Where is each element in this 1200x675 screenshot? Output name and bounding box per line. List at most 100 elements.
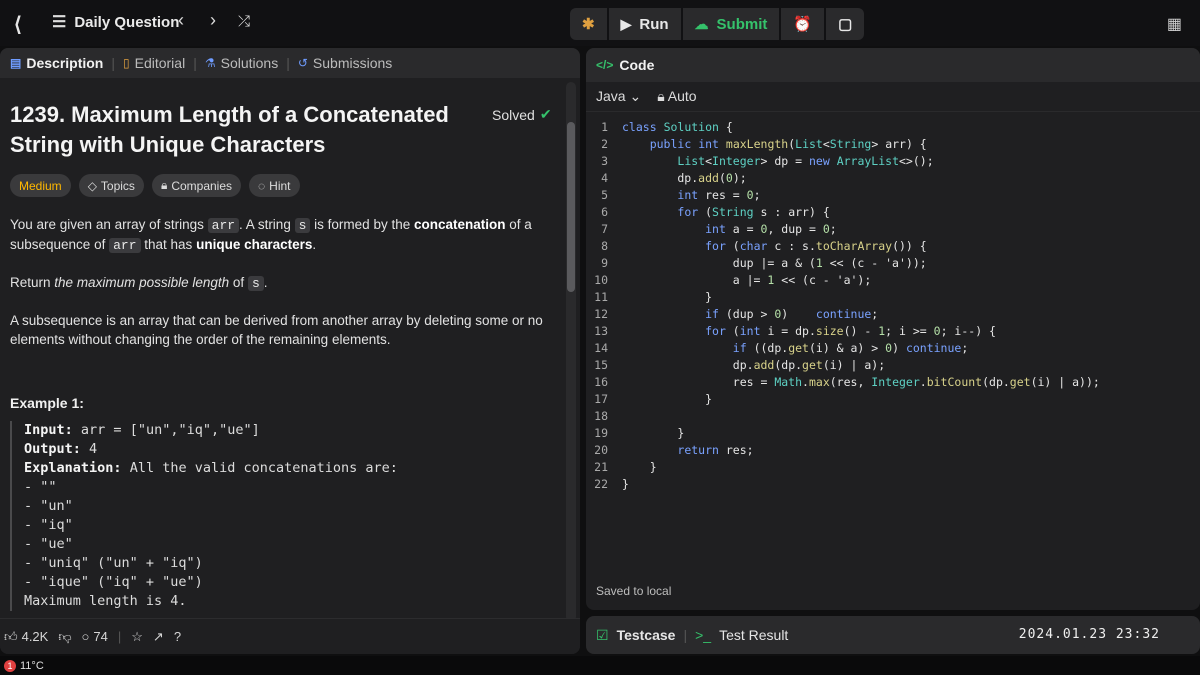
alarm-icon: ⏰ [793,16,813,33]
bold-text: unique characters [196,237,313,252]
code-line[interactable]: 7 int a = 0, dup = 0; [586,220,1200,237]
example-line: - "iq" [24,517,73,533]
favorite-button[interactable]: ☆ [131,629,143,645]
companies-chip[interactable]: 🔒︎ Companies [151,174,242,197]
example-block: Input: arr = ["un","iq","ue"] Output: 4 … [10,421,558,611]
line-number: 21 [594,459,608,474]
terminal-icon: >_ [695,627,712,643]
code-text: } [622,289,713,304]
inline-code: arr [207,218,240,233]
code-line[interactable]: 10 a |= 1 << (c - 'a'); [586,271,1200,288]
code-text: if (dup > 0) continue; [705,306,879,321]
text: . [312,237,317,252]
example-key: Explanation: [24,460,122,476]
code-line[interactable]: 5 int res = 0; [586,186,1200,203]
tab-description[interactable]: ▤ Description [10,55,103,71]
comments-button[interactable]: ○ 74 [82,629,108,644]
code-line[interactable]: 14 if ((dp.get(i) & a) > 0) continue; [586,339,1200,356]
code-text: if ((dp.get(i) & a) > 0) continue; [732,340,969,355]
auto-mode-toggle[interactable]: 🔒︎ Auto [657,88,696,105]
code-line[interactable]: 8 for (char c : s.toCharArray()) { [586,237,1200,254]
inline-code: s [294,218,311,233]
code-line[interactable]: 15 dp.add(dp.get(i) | a); [586,356,1200,373]
code-line[interactable]: 12 if (dup > 0) continue; [586,305,1200,322]
star-icon: ☆ [131,628,143,644]
line-number: 7 [601,221,608,236]
code-text: public int maxLength(List<String> arr) { [649,136,927,151]
code-line[interactable]: 11 } [586,288,1200,305]
run-button[interactable]: ▶ Run [608,8,681,40]
debug-button[interactable]: ✱ [570,8,607,40]
code-text: dp.add(0); [622,170,747,185]
line-number: 2 [601,136,608,151]
code-line[interactable]: 13 for (int i = dp.size() - 1; i >= 0; i… [586,322,1200,339]
code-line[interactable]: 2 public int maxLength(List<String> arr)… [586,135,1200,152]
code-line[interactable]: 22} [586,475,1200,492]
tab-solutions[interactable]: ⚗ Solutions [205,55,278,71]
notes-button[interactable]: ▢ [826,8,865,40]
code-line[interactable]: 4 dp.add(0); [586,169,1200,186]
run-submit-toolbar: ✱ ▶ Run ☁ Submit ⏰ ▢ [570,8,865,40]
notification-badge[interactable]: 1 [4,659,16,672]
footer-divider: | [117,629,122,644]
code-line[interactable]: 3 List<Integer> dp = new ArrayList<>(); [586,152,1200,169]
tab-editorial[interactable]: ▯ Editorial [123,55,185,71]
help-button[interactable]: ? [174,629,181,644]
tab-divider: | [193,55,197,71]
dislike-button[interactable]: 👎︎ [58,629,71,645]
example-value: arr = ["un","iq","ue"] [80,422,260,438]
daily-question-button[interactable]: ☰ Daily Question [52,12,179,32]
code-text: int a = 0, dup = 0; [705,221,837,236]
problem-chips: Medium ◇ Topics 🔒︎ Companies ◌ Hint [10,174,558,197]
share-button[interactable]: ↗ [153,629,164,645]
code-line[interactable]: 18 [586,407,1200,424]
tab-description-label: Description [26,55,104,71]
comment-count: 74 [93,629,108,644]
timer-button[interactable]: ⏰ [781,8,825,40]
tab-submissions[interactable]: ↺ Submissions [298,55,392,71]
code-line[interactable]: 20 return res; [586,441,1200,458]
code-line[interactable]: 1 class Solution { [586,118,1200,135]
scrollbar-thumb[interactable] [567,122,575,292]
leetcode-logo-icon[interactable]: ⟨ [14,12,22,37]
code-text: return res; [677,442,754,457]
hint-chip[interactable]: ◌ Hint [249,174,300,197]
weather-temp[interactable]: 11°C [20,660,44,672]
editor-toolbar: Java ⌄ 🔒︎ Auto [586,82,1200,112]
description-scrollbar[interactable] [566,82,576,622]
tab-test-result[interactable]: Test Result [719,627,788,643]
example-heading: Example 1: [10,395,84,411]
text: of [232,275,245,290]
example-output: Output: 4 [24,440,558,459]
line-number: 11 [594,289,608,304]
example-value: 4 [89,441,98,457]
code-line[interactable]: 16 res = Math.max(res, Integer.bitCount(… [586,373,1200,390]
grid-icon[interactable]: ▦ [1167,14,1182,34]
submit-button[interactable]: ☁ Submit [682,8,780,40]
code-line[interactable]: 9 dup |= a & (1 << (c - 'a')); [586,254,1200,271]
code-text: for (char c : s.toCharArray()) { [705,238,927,253]
code-editor[interactable]: 1 class Solution {2 public int maxLength(… [586,118,1200,578]
problem-paragraph-2: Return the maximum possible length of s. [10,273,550,293]
line-number: 8 [601,238,608,253]
line-number: 1 [601,119,608,134]
tab-testcase[interactable]: Testcase [617,627,676,643]
code-panel: </> Code Java ⌄ 🔒︎ Auto 1 class Solution … [586,48,1200,610]
shuffle-icon[interactable]: ⤮ [238,13,250,30]
topics-chip[interactable]: ◇ Topics [78,174,144,197]
like-button[interactable]: 👍︎ 4.2K [4,629,48,645]
question-icon: ? [173,629,182,644]
lock-icon: 🔒︎ [160,178,168,192]
chevron-left-icon[interactable]: ‹ [178,10,184,31]
code-line[interactable]: 21 } [586,458,1200,475]
code-text: } [622,391,713,406]
language-select[interactable]: Java ⌄ [596,88,641,105]
problem-title-line2: String with Unique Characters [10,132,326,157]
problem-paragraph-1: You are given an array of strings arr. A… [10,215,550,255]
code-line[interactable]: 6 for (String s : arr) { [586,203,1200,220]
code-text: int res = 0; [677,187,761,202]
chevron-right-icon[interactable]: › [210,10,216,31]
code-line[interactable]: 17 } [586,390,1200,407]
example-explanation: Explanation: All the valid concatenation… [24,459,558,478]
code-line[interactable]: 19 } [586,424,1200,441]
